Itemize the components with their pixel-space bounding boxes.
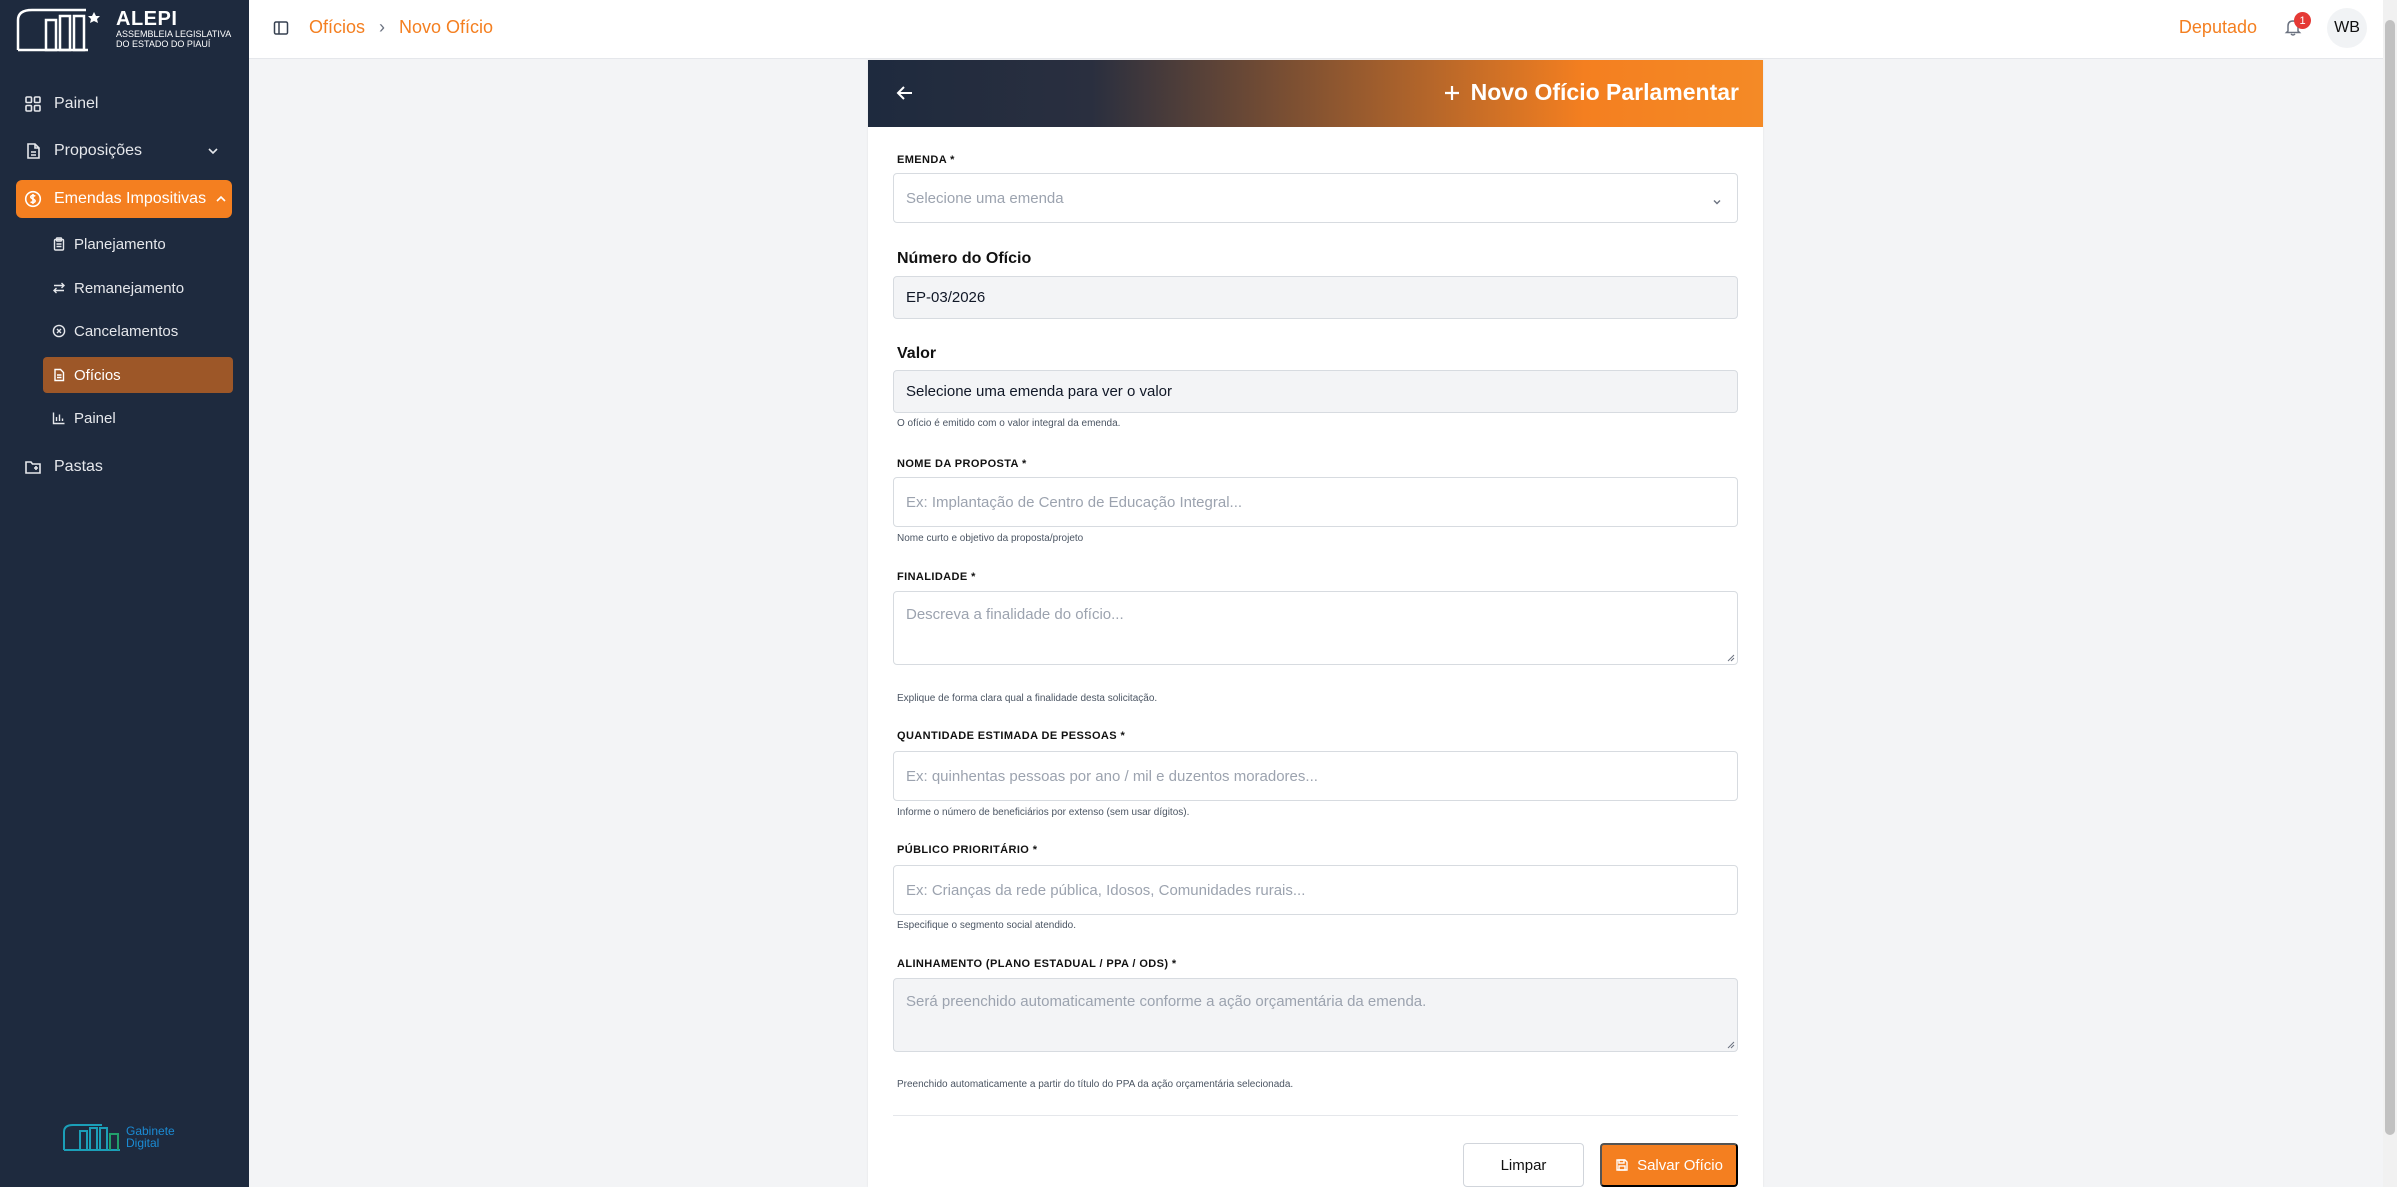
valor-value: Selecione uma emenda para ver o valor (906, 383, 1172, 400)
clipboard-icon (53, 237, 65, 251)
breadcrumb-novo-oficio: Novo Ofício (399, 17, 494, 37)
finalidade-label: FINALIDADE * (897, 571, 976, 583)
user-role: Deputado (2178, 17, 2257, 37)
sidebar-subitem-planejamento[interactable]: Planejamento (43, 226, 233, 262)
sidebar-subitem-label: Cancelamentos (74, 322, 179, 340)
document-icon (27, 143, 40, 159)
sidebar-item-label: Emendas Impositivas (54, 190, 207, 207)
card-title-text: Novo Ofício Parlamentar (1470, 79, 1739, 105)
numero-oficio-field: EP-03/2026 (893, 276, 1738, 319)
file-icon (54, 368, 65, 382)
sidebar-subitem-label: Ofícios (74, 366, 121, 384)
alinhamento-placeholder: Será preenchido automaticamente conforme… (906, 993, 1427, 1010)
x-circle-icon (52, 324, 66, 338)
emenda-label: EMENDA * (897, 154, 955, 166)
form-divider (893, 1115, 1738, 1116)
nome-proposta-label: NOME DA PROPOSTA * (897, 458, 1027, 470)
arrow-left-icon[interactable] (894, 82, 916, 104)
sidebar-item-label: Proposições (54, 142, 143, 159)
sidebar-subitem-label: Painel (74, 409, 116, 427)
publico-hint: Especifique o segmento social atendido. (897, 920, 1077, 931)
card-header: Novo Ofício Parlamentar (868, 60, 1763, 127)
valor-hint: O ofício é emitido com o valor integral … (897, 418, 1121, 429)
quantidade-input[interactable]: Ex: quinhentas pessoas por ano / mil e d… (893, 751, 1738, 801)
emenda-select[interactable]: Selecione uma emenda (893, 173, 1738, 223)
gabinete-digital-logo: Gabinete Digital (62, 1122, 175, 1152)
quantidade-placeholder: Ex: quinhentas pessoas por ano / mil e d… (906, 767, 1318, 785)
top-bar: Ofícios › Novo Ofício Deputado 1 WB (249, 0, 2397, 59)
sidebar-subitem-remanejamento[interactable]: Remanejamento (43, 270, 233, 306)
finalidade-placeholder: Descreva a finalidade do ofício... (906, 606, 1124, 623)
alinhamento-textarea: Será preenchido automaticamente conforme… (893, 978, 1738, 1052)
sidebar-subitem-cancelamentos[interactable]: Cancelamentos (43, 313, 233, 349)
footer-brand-2: Digital (126, 1136, 160, 1150)
resize-grip-icon[interactable] (1725, 1039, 1735, 1049)
chevron-up-icon (216, 195, 226, 202)
save-button[interactable]: Salvar Ofício (1600, 1143, 1738, 1187)
sidebar: ALEPI ASSEMBLEIA LEGISLATIVA DO ESTADO D… (0, 0, 249, 1187)
finalidade-hint: Explique de forma clara qual a finalidad… (897, 693, 1158, 704)
sidebar-subitem-oficios[interactable]: Ofícios (43, 357, 233, 393)
notification-badge: 1 (2294, 12, 2311, 29)
plus-icon (1444, 85, 1459, 100)
publico-placeholder: Ex: Crianças da rede pública, Idosos, Co… (906, 881, 1306, 899)
clear-button[interactable]: Limpar (1463, 1143, 1584, 1187)
alepi-logo[interactable]: ALEPI ASSEMBLEIA LEGISLATIVA DO ESTADO D… (16, 4, 238, 54)
chevron-down-icon (208, 148, 218, 155)
novo-oficio-card: Novo Ofício Parlamentar EMENDA * Selecio… (868, 60, 1763, 1187)
sidebar-item-emendas-impositivas[interactable]: Emendas Impositivas (16, 180, 232, 218)
page-scrollbar[interactable] (2383, 0, 2397, 1187)
brand-name: ALEPI (116, 8, 178, 30)
sidebar-item-pastas[interactable]: Pastas (16, 448, 232, 486)
numero-oficio-label: Número do Ofício (897, 250, 1032, 267)
folder-icon (25, 461, 41, 474)
chevron-down-icon (1713, 200, 1721, 205)
alinhamento-label: ALINHAMENTO (PLANO ESTADUAL / PPA / ODS)… (897, 958, 1177, 970)
scrollbar-thumb[interactable] (2385, 20, 2395, 1135)
alinhamento-hint: Preenchido automaticamente a partir do t… (897, 1079, 1294, 1090)
sidebar-item-painel[interactable]: Painel (16, 85, 232, 123)
brand-subtitle-1: ASSEMBLEIA LEGISLATIVA (116, 29, 232, 39)
card-title: Novo Ofício Parlamentar (1443, 79, 1739, 106)
brand-subtitle-2: DO ESTADO DO PIAUÍ (116, 39, 211, 49)
nome-proposta-hint: Nome curto e objetivo da proposta/projet… (897, 533, 1084, 544)
sidebar-subitem-painel[interactable]: Painel (43, 400, 233, 436)
quantidade-hint: Informe o número de beneficiários por ex… (897, 807, 1190, 818)
breadcrumb-oficios[interactable]: Ofícios (309, 17, 365, 38)
avatar[interactable]: WB (2327, 8, 2367, 48)
publico-input[interactable]: Ex: Crianças da rede pública, Idosos, Co… (893, 865, 1738, 915)
building-logo-icon (16, 8, 100, 52)
emenda-placeholder: Selecione uma emenda (906, 189, 1064, 207)
nome-proposta-placeholder: Ex: Implantação de Centro de Educação In… (906, 493, 1243, 511)
grid-icon (25, 96, 41, 112)
valor-field: Selecione uma emenda para ver o valor (893, 370, 1738, 413)
arrows-swap-icon (53, 282, 65, 294)
sidebar-item-proposicoes[interactable]: Proposições (16, 132, 232, 170)
dollar-circle-icon (24, 190, 42, 208)
sidebar-toggle-icon[interactable] (273, 20, 289, 36)
sidebar-subitem-label: Remanejamento (74, 279, 185, 297)
sidebar-item-label: Painel (54, 95, 99, 112)
gabinete-building-icon (63, 1124, 120, 1151)
resize-grip-icon[interactable] (1725, 652, 1735, 662)
breadcrumb: Ofícios › Novo Ofício (309, 17, 493, 38)
finalidade-textarea[interactable]: Descreva a finalidade do ofício... (893, 591, 1738, 665)
breadcrumb-separator: › (379, 17, 386, 37)
sidebar-item-label: Pastas (54, 458, 103, 475)
publico-label: PÚBLICO PRIORITÁRIO * (897, 844, 1038, 856)
sidebar-subitem-label: Planejamento (74, 235, 166, 253)
nome-proposta-input[interactable]: Ex: Implantação de Centro de Educação In… (893, 477, 1738, 527)
bar-chart-icon (52, 412, 65, 425)
valor-label: Valor (897, 345, 937, 362)
quantidade-label: QUANTIDADE ESTIMADA DE PESSOAS * (897, 730, 1126, 742)
save-button-label: Salvar Ofício (1637, 1156, 1723, 1174)
save-icon (1616, 1159, 1628, 1171)
numero-oficio-value: EP-03/2026 (906, 289, 986, 306)
